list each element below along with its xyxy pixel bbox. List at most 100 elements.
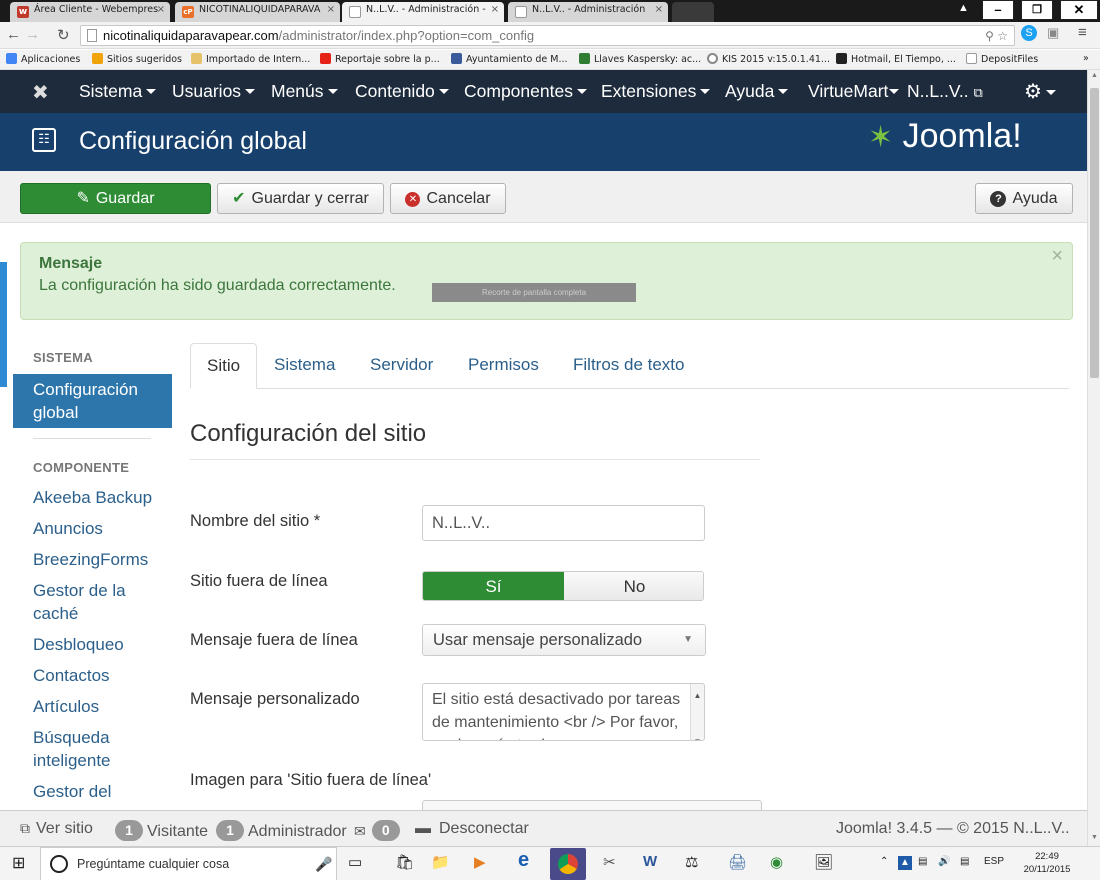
sidebar-item[interactable]: Búsqueda inteligente	[33, 726, 158, 772]
offline-message-select[interactable]: Usar mensaje personalizado ▼	[422, 624, 706, 656]
close-icon[interactable]: ×	[1051, 245, 1063, 268]
offline-no-button[interactable]: No	[564, 572, 703, 600]
minimize-icon[interactable]: –	[982, 0, 1014, 20]
close-icon[interactable]: ×	[491, 4, 499, 15]
tab-permisos[interactable]: Permisos	[452, 343, 555, 389]
reload-icon[interactable]: ↻	[57, 26, 70, 44]
bookmark-star-icon[interactable]: ⚲ ☆	[985, 27, 1008, 46]
offline-image-input[interactable]	[422, 800, 762, 810]
site-name-input[interactable]: N..L..V..	[422, 505, 705, 541]
extension-icon[interactable]: ▣	[1047, 25, 1059, 41]
cancel-button[interactable]: ✕ Cancelar	[390, 183, 506, 214]
scrollbar-thumb[interactable]	[1090, 88, 1099, 378]
menu-icon[interactable]: ≡	[1078, 24, 1087, 41]
user-profile-icon[interactable]: ▲	[958, 2, 969, 14]
store-icon[interactable]: 🛍	[395, 853, 414, 871]
menu-menus[interactable]: Menús	[271, 81, 338, 102]
language-indicator[interactable]: ESP	[984, 856, 1004, 867]
offline-yes-button[interactable]: Sí	[423, 572, 564, 600]
network-app-icon[interactable]: 🖨	[728, 853, 747, 871]
snipping-tool-icon[interactable]: ✂	[603, 853, 616, 871]
bookmark-item[interactable]: Sitios sugeridos	[92, 53, 182, 65]
chrome-icon[interactable]	[550, 848, 586, 880]
scroll-down-icon[interactable]: ▼	[1088, 834, 1100, 841]
admins-counter[interactable]: 1 Administrador	[216, 820, 347, 841]
browser-tab[interactable]: N..L.V.. - Administración ×	[508, 2, 668, 22]
bookmark-item[interactable]: Ayuntamiento de M...	[451, 53, 568, 65]
page-info-icon[interactable]	[87, 29, 97, 42]
close-icon[interactable]: ×	[327, 4, 335, 15]
visitors-counter[interactable]: 1 Visitante	[115, 820, 208, 841]
new-tab-button[interactable]	[672, 2, 714, 22]
joomla-logo-icon[interactable]: ✖	[32, 80, 49, 105]
sidebar-item[interactable]: Anuncios	[33, 517, 158, 540]
sidebar-item[interactable]: Gestor del	[33, 780, 158, 803]
system-clock[interactable]: 22:49 20/11/2015	[1017, 850, 1077, 876]
close-icon[interactable]: ×	[655, 4, 663, 15]
skype-extension-icon[interactable]: S	[1021, 25, 1037, 41]
bookmark-item[interactable]: Importado de Intern...	[191, 53, 310, 65]
sidebar-item[interactable]: Desbloqueo	[33, 633, 158, 656]
cortana-search[interactable]: Pregúntame cualquier cosa 🎤	[40, 847, 337, 880]
browser-tab[interactable]: cP NICOTINALIQUIDAPARAVA ×	[175, 2, 340, 22]
custom-message-textarea[interactable]: El sitio está desactivado por tareas de …	[422, 683, 705, 741]
more-bookmarks-icon[interactable]: »	[1083, 53, 1089, 64]
browser-tab[interactable]: w Área Cliente - Webempres ×	[10, 2, 170, 22]
battery-icon[interactable]: ▤	[918, 856, 927, 867]
menu-sistema[interactable]: Sistema	[79, 81, 157, 102]
menu-contenido[interactable]: Contenido	[355, 81, 449, 102]
sidebar-item[interactable]: Artículos	[33, 695, 158, 718]
back-icon[interactable]: ←	[6, 26, 21, 43]
menu-virtuemart[interactable]: VirtueMart	[808, 81, 900, 102]
photos-icon[interactable]: 🖼	[814, 853, 833, 871]
tab-sitio[interactable]: Sitio	[190, 343, 258, 389]
utorrent-icon[interactable]: ◉	[770, 853, 783, 871]
page-scrollbar[interactable]: ▲ ▼	[1087, 70, 1100, 846]
view-site-link[interactable]: ⧉ Ver sitio	[20, 820, 93, 838]
notifications-icon[interactable]: ▤	[960, 856, 969, 867]
bookmark-item[interactable]: KIS 2015 v:15.0.1.41...	[707, 53, 830, 65]
menu-usuarios[interactable]: Usuarios	[172, 81, 256, 102]
bookmark-item[interactable]: Hotmail, El Tiempo, ...	[836, 53, 956, 65]
edge-icon[interactable]: e	[518, 849, 529, 872]
messages-counter[interactable]: ✉ 0	[354, 820, 404, 841]
logout-link[interactable]: ▬ Desconectar	[415, 820, 529, 838]
media-player-icon[interactable]: ▶	[474, 853, 486, 871]
show-hidden-icons-icon[interactable]: ⌃	[880, 856, 888, 867]
menu-componentes[interactable]: Componentes	[464, 81, 587, 102]
browser-tab-active[interactable]: N..L.V.. - Administración - ×	[342, 2, 504, 22]
help-button[interactable]: ? Ayuda	[975, 183, 1073, 214]
menu-extensiones[interactable]: Extensiones	[601, 81, 711, 102]
menu-ayuda[interactable]: Ayuda	[725, 81, 789, 102]
close-icon[interactable]: ×	[157, 4, 165, 15]
url-input[interactable]: nicotinaliquidaparavapear.com/administra…	[80, 25, 1015, 46]
app-icon[interactable]: ⚖	[685, 853, 698, 871]
tab-servidor[interactable]: Servidor	[354, 343, 449, 389]
tab-sistema[interactable]: Sistema	[258, 343, 351, 389]
sidebar-item-global-config[interactable]: Configuración global	[13, 374, 172, 428]
windows-start-icon[interactable]: ⊞	[12, 853, 25, 873]
word-icon[interactable]: W	[643, 853, 657, 870]
view-site-link[interactable]: N..L..V.. ⧉	[907, 81, 983, 102]
volume-icon[interactable]: 🔊	[938, 856, 950, 867]
file-explorer-icon[interactable]: 📁	[431, 853, 450, 871]
bookmark-item[interactable]: Aplicaciones	[6, 53, 80, 65]
sidebar-item[interactable]: Gestor de la caché	[33, 579, 158, 625]
bookmark-item[interactable]: Reportaje sobre la p...	[320, 53, 440, 65]
microphone-icon[interactable]: 🎤	[315, 848, 332, 880]
sidebar-item[interactable]: Akeeba Backup	[33, 486, 158, 509]
sidebar-item[interactable]: BreezingForms	[33, 548, 158, 571]
close-window-icon[interactable]: ✕	[1060, 0, 1098, 20]
bookmark-item[interactable]: DepositFiles	[966, 53, 1038, 65]
tab-filtros-texto[interactable]: Filtros de texto	[557, 343, 701, 389]
scroll-up-icon[interactable]: ▲	[1088, 72, 1100, 79]
gear-icon[interactable]: ⚙	[1024, 79, 1056, 104]
sidebar-item[interactable]: Contactos	[33, 664, 158, 687]
forward-icon[interactable]: →	[25, 26, 40, 43]
save-close-button[interactable]: ✔ Guardar y cerrar	[217, 183, 384, 214]
tray-app-icon[interactable]: ▲	[898, 856, 912, 870]
textarea-scrollbar[interactable]: ▲▼	[690, 684, 704, 740]
bookmark-item[interactable]: Llaves Kaspersky: ac...	[579, 53, 701, 65]
task-view-icon[interactable]: ▭	[348, 853, 362, 871]
restore-icon[interactable]: ❐	[1021, 0, 1053, 20]
